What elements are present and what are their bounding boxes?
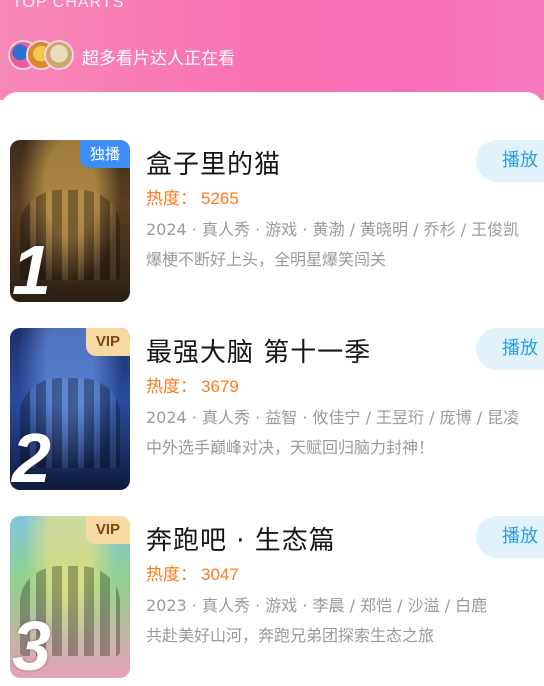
vip-badge: VIP — [85, 328, 130, 356]
heat-value: 3047 — [201, 565, 239, 584]
heat-label: 热度： — [146, 189, 197, 209]
show-description: 爆梗不断好上头，全明星爆笑闯关 — [146, 250, 387, 269]
show-title[interactable]: 奔跑吧 · 生态篇 — [146, 520, 336, 557]
chart-item[interactable]: 1 独播 盒子里的猫 热度： 5265 2024 · 真人秀 · 游戏 · 黄渤 … — [0, 140, 544, 310]
viewer-avatars — [8, 40, 74, 70]
show-title[interactable]: 盒子里的猫 — [146, 144, 281, 181]
vip-badge: VIP — [85, 516, 130, 544]
exclusive-badge: 独播 — [79, 140, 130, 168]
show-meta: 2024 · 真人秀 · 益智 · 攸佳宁 / 王昱珩 / 庞博 / 昆凌 — [146, 408, 520, 427]
heat-value: 5265 — [201, 189, 239, 208]
show-description: 共赴美好山河，奔跑兄弟团探索生态之旅 — [146, 626, 435, 645]
play-button[interactable]: 播放 — [476, 140, 544, 182]
charts-header: TOP CHARTS 超多看片达人正在看 — [0, 0, 544, 100]
poster-image[interactable]: 1 独播 — [10, 140, 130, 302]
rank-number: 2 — [12, 419, 51, 490]
show-meta: 2024 · 真人秀 · 游戏 · 黄渤 / 黄晓明 / 乔杉 / 王俊凯 — [146, 220, 520, 239]
heat-score: 热度： 3679 — [146, 372, 239, 397]
play-button[interactable]: 播放 — [476, 328, 544, 370]
heat-value: 3679 — [201, 377, 239, 396]
show-meta: 2023 · 真人秀 · 游戏 · 李晨 / 郑恺 / 沙溢 / 白鹿 — [146, 596, 488, 615]
heat-score: 热度： 5265 — [146, 184, 239, 209]
poster-image[interactable]: 2 VIP — [10, 328, 130, 490]
heat-label: 热度： — [146, 377, 197, 397]
show-title[interactable]: 最强大脑 第十一季 — [146, 332, 371, 369]
heat-label: 热度： — [146, 565, 197, 585]
heat-score: 热度： 3047 — [146, 560, 239, 585]
chart-list: 1 独播 盒子里的猫 热度： 5265 2024 · 真人秀 · 游戏 · 黄渤 … — [0, 92, 544, 678]
chart-item[interactable]: 3 VIP 奔跑吧 · 生态篇 热度： 3047 2023 · 真人秀 · 游戏 … — [0, 516, 544, 686]
top-charts-title: TOP CHARTS — [12, 0, 125, 11]
watching-text: 超多看片达人正在看 — [82, 49, 235, 69]
avatar — [44, 40, 74, 70]
chart-item[interactable]: 2 VIP 最强大脑 第十一季 热度： 3679 2024 · 真人秀 · 益智 … — [0, 328, 544, 498]
play-button[interactable]: 播放 — [476, 516, 544, 558]
rank-number: 1 — [12, 231, 51, 302]
show-description: 中外选手巅峰对决，天赋回归脑力封神！ — [146, 438, 435, 457]
rank-number: 3 — [12, 607, 51, 678]
poster-image[interactable]: 3 VIP — [10, 516, 130, 678]
